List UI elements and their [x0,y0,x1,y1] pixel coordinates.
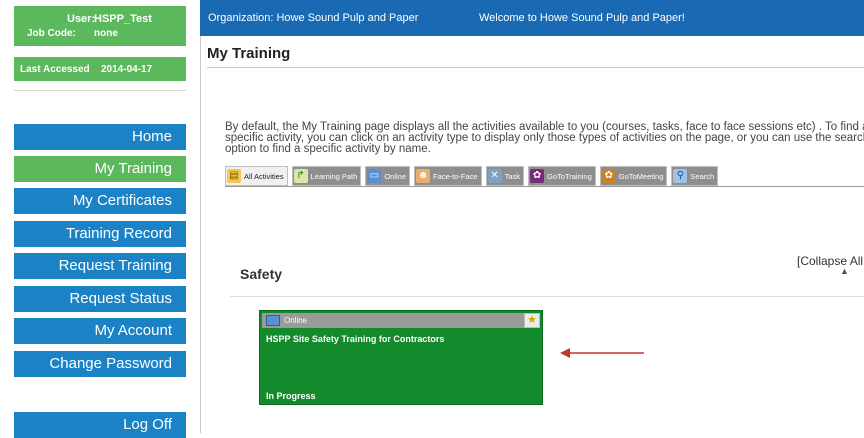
online-icon: ▭ [367,169,382,183]
filter-label: All Activities [244,171,284,181]
card-status: In Progress [266,391,316,401]
learning-path-icon: ↱ [293,169,308,183]
organization-text: Organization: Howe Sound Pulp and Paper [208,12,419,24]
sidebar-divider [14,90,186,117]
section-title: Safety [240,266,283,282]
filter-label: Search [690,171,715,181]
card-type-label: Online [284,316,308,325]
search-icon: ⚲ [673,169,688,183]
filter-divider [225,186,864,187]
face-to-face-icon: ☻ [416,169,430,183]
filter-gototraining[interactable]: ✿ GoToTraining [528,166,596,186]
title-divider [207,67,864,68]
filter-all-activities[interactable]: ▤ All Activities [225,166,288,186]
sidebar-item-my-account[interactable]: My Account [14,318,186,344]
filter-label: GoToTraining [547,171,592,181]
sidebar-item-change-password[interactable]: Change Password [14,351,186,377]
filter-learning-path[interactable]: ↱ Learning Path [291,166,362,186]
welcome-text: Welcome to Howe Sound Pulp and Paper! [479,12,685,24]
card-type-header: Online [262,313,524,328]
filter-label: Face-to-Face [433,171,478,181]
user-value: HSPP_Test [94,13,152,25]
card-title: HSPP Site Safety Training for Contractor… [266,334,445,344]
logoff-button[interactable]: Log Off [14,412,186,438]
sidebar-item-home[interactable]: Home [14,124,186,150]
filter-label: Online [384,171,406,181]
filter-label: Task [504,171,521,181]
last-accessed-label: Last Accessed [20,64,90,75]
certificate-badge-icon: ★ [524,313,540,328]
filter-label: GoToMeeting [618,171,664,181]
top-bar: Organization: Howe Sound Pulp and Paper … [200,0,864,36]
filter-online[interactable]: ▭ Online [365,166,410,186]
user-info-box: User: HSPP_Test Job Code: none [14,6,186,46]
online-icon [266,315,280,327]
last-accessed-box: Last Accessed 2014-04-17 [14,57,186,81]
page-title: My Training [207,45,291,62]
task-icon: ✕ [487,169,502,183]
sidebar: User: HSPP_Test Job Code: none Last Acce… [0,0,201,438]
collapse-section-icon[interactable]: ▲ [840,266,849,276]
sidebar-item-request-status[interactable]: Request Status [14,286,186,312]
sidebar-item-request-training[interactable]: Request Training [14,253,186,279]
filter-search[interactable]: ⚲ Search [671,166,719,186]
filter-label: Learning Path [310,171,358,181]
sidebar-item-my-training[interactable]: My Training [14,156,186,182]
gototraining-icon: ✿ [530,169,545,183]
collapse-all-link[interactable]: [Collapse All [797,254,863,268]
pointer-arrow-icon [560,348,644,358]
filter-task[interactable]: ✕ Task [485,166,525,186]
filter-face-to-face[interactable]: ☻ Face-to-Face [414,166,482,186]
filter-gotomeeting[interactable]: ✿ GoToMeeting [599,166,668,186]
last-accessed-value: 2014-04-17 [101,64,153,75]
activity-card[interactable]: Online ★ HSPP Site Safety Training for C… [259,310,543,405]
job-code-value: none [94,28,118,39]
gotomeeting-icon: ✿ [601,169,616,183]
sidebar-item-training-record[interactable]: Training Record [14,221,186,247]
all-activities-icon: ▤ [227,169,241,183]
job-code-label: Job Code: [27,28,76,39]
activity-filter-bar: ▤ All Activities ↱ Learning Path ▭ Onlin… [225,166,722,186]
sidebar-item-my-certificates[interactable]: My Certificates [14,188,186,214]
user-label: User: [67,13,96,25]
intro-text: By default, the My Training page display… [225,121,864,155]
section-divider [230,296,864,297]
